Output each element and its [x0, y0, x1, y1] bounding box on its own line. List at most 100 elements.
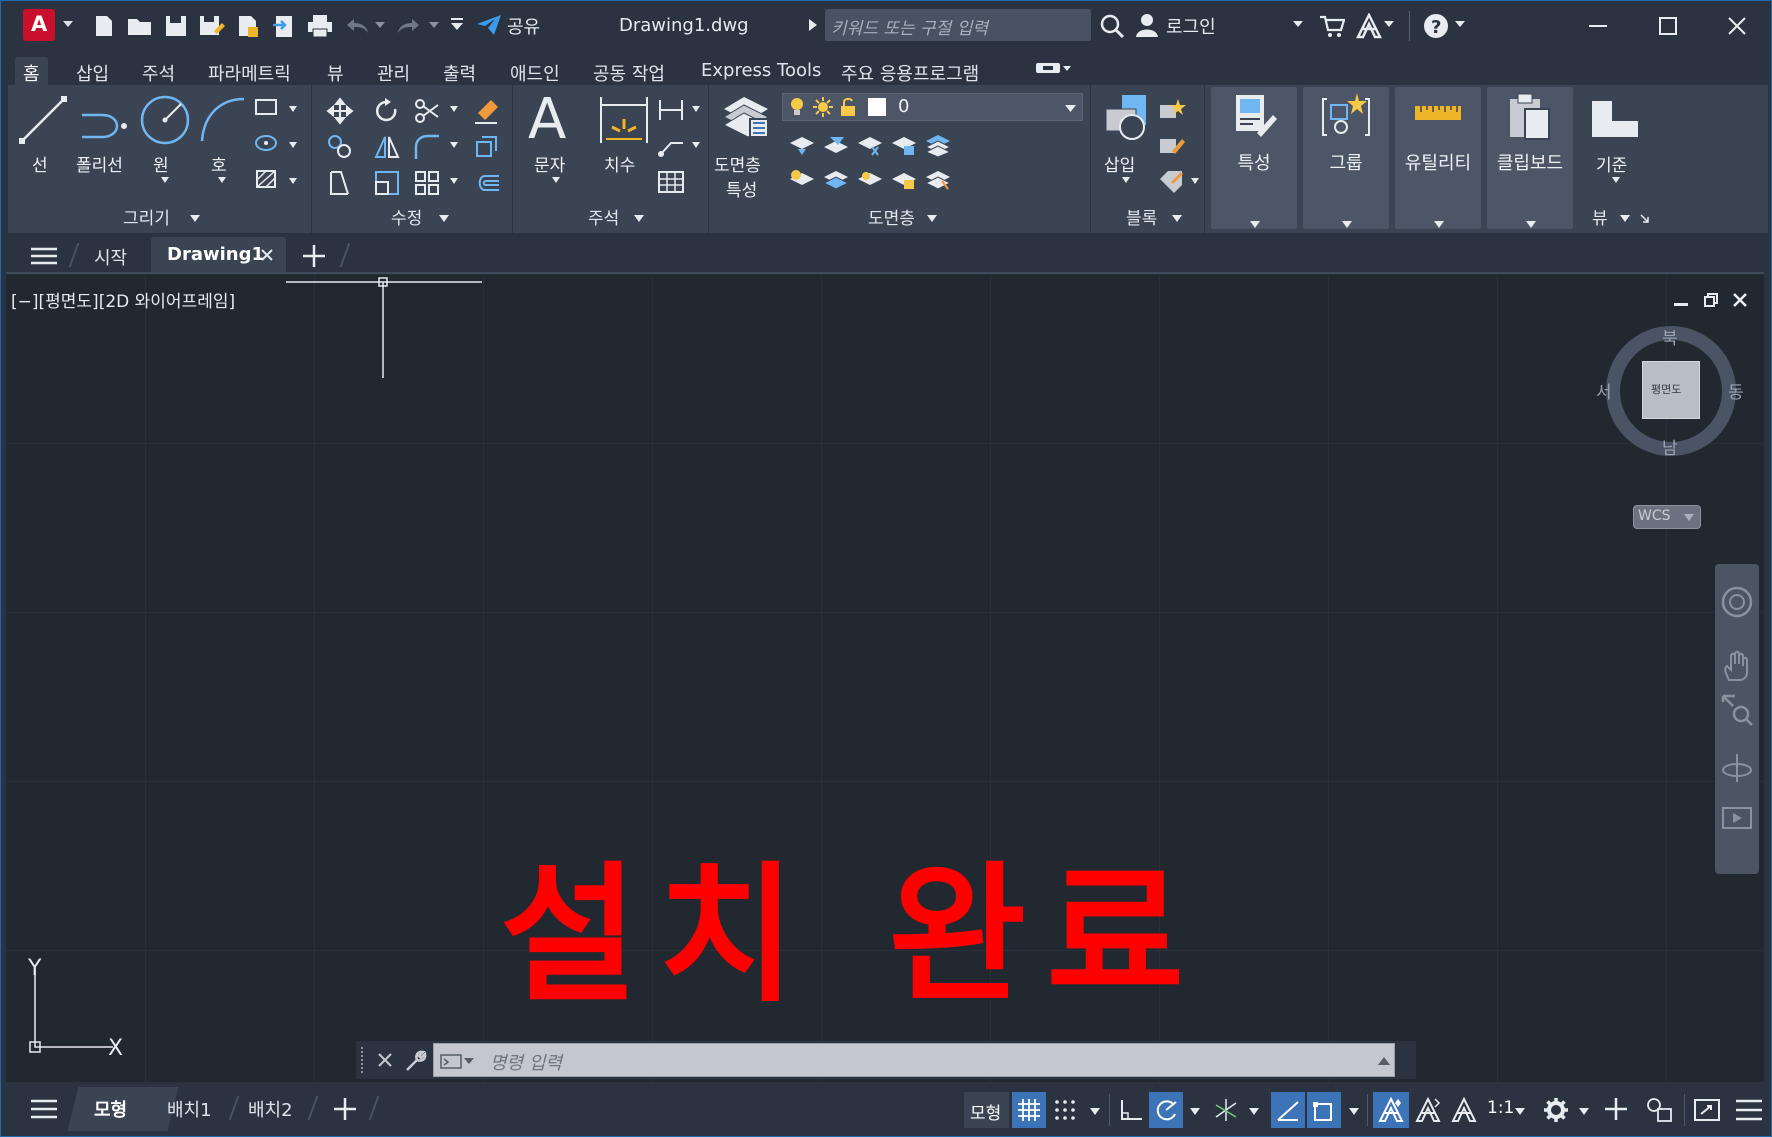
rectangle-icon[interactable]	[254, 97, 280, 117]
autodesk-account-icon[interactable]	[1356, 13, 1382, 39]
layer-unlock-all-icon[interactable]	[890, 167, 918, 191]
tab-annotate[interactable]: 주석	[134, 57, 183, 85]
tab-featured-apps[interactable]: 주요 응용프로그램	[833, 57, 987, 85]
model-space-button[interactable]: 모형	[964, 1092, 1009, 1128]
ribbon-display-toggle-icon[interactable]	[1035, 61, 1073, 75]
annotation-scale-value[interactable]: 1:1	[1487, 1098, 1514, 1118]
fillet-icon[interactable]	[413, 133, 441, 161]
help-dropdown-chevron-icon[interactable]	[1455, 20, 1465, 28]
copy-icon[interactable]	[326, 133, 354, 161]
draw-panel-expand-chevron-icon[interactable]	[190, 215, 200, 222]
line-label[interactable]: 선	[32, 151, 48, 176]
text-dropdown-chevron-icon[interactable]	[552, 177, 560, 183]
tab-insert[interactable]: 삽입	[68, 57, 117, 85]
save-icon[interactable]	[163, 13, 189, 39]
viewport-restore-icon[interactable]	[1704, 293, 1718, 307]
redo-dropdown-chevron-icon[interactable]	[429, 21, 439, 29]
app-menu-chevron-icon[interactable]	[62, 19, 74, 29]
base-view-dropdown-chevron-icon[interactable]	[1612, 177, 1620, 183]
ellipse-dropdown-chevron-icon[interactable]	[289, 142, 297, 148]
annotation-scale-icon[interactable]	[1451, 1097, 1477, 1123]
new-file-icon[interactable]	[91, 13, 117, 39]
command-line-grip[interactable]	[361, 1047, 364, 1073]
auto-scale-icon[interactable]	[1415, 1097, 1441, 1123]
object-snap-tracking-button[interactable]	[1271, 1092, 1305, 1128]
open-folder-icon[interactable]	[126, 13, 154, 39]
showmotion-icon[interactable]	[1721, 804, 1753, 832]
layer-properties-label-line1[interactable]: 도면층	[714, 151, 761, 176]
tab-express-tools[interactable]: Express Tools	[693, 57, 829, 85]
base-view-label[interactable]: 기준	[1596, 151, 1627, 176]
layer-properties-label-line2[interactable]: 특성	[726, 176, 757, 201]
tab-manage[interactable]: 관리	[369, 57, 418, 85]
share-icon[interactable]	[476, 13, 502, 37]
block-panel-label[interactable]: 블록	[1126, 204, 1157, 229]
annotation-panel-label[interactable]: 주석	[588, 204, 619, 229]
rotate-icon[interactable]	[373, 97, 401, 125]
properties-panel-button[interactable]: 특성	[1211, 87, 1297, 229]
object-snap-button[interactable]	[1307, 1092, 1341, 1128]
layer-isolate-icon[interactable]	[788, 133, 816, 157]
trim-icon[interactable]	[413, 97, 441, 125]
isometric-dropdown-chevron-icon[interactable]	[1249, 1108, 1259, 1115]
layer-properties-icon[interactable]	[722, 93, 772, 141]
app-logo-button[interactable]: A	[23, 9, 55, 41]
redo-icon[interactable]	[395, 15, 423, 37]
annotation-scale-dropdown-chevron-icon[interactable]	[1515, 1108, 1525, 1115]
tab-home[interactable]: 홈	[15, 57, 48, 85]
tab-parametric[interactable]: 파라메트릭	[200, 57, 299, 85]
viewport-close-icon[interactable]	[1733, 293, 1747, 307]
hatch-dropdown-chevron-icon[interactable]	[289, 178, 297, 184]
annotation-visibility-button[interactable]	[1373, 1092, 1409, 1128]
polar-dropdown-chevron-icon[interactable]	[1190, 1108, 1200, 1115]
file-tab-start[interactable]: 시작	[94, 244, 127, 270]
tab-view[interactable]: 뷰	[319, 57, 352, 85]
snap-dropdown-chevron-icon[interactable]	[1090, 1108, 1100, 1115]
leader-icon[interactable]	[657, 133, 685, 159]
isometric-drafting-icon[interactable]	[1213, 1097, 1239, 1123]
polyline-icon[interactable]	[78, 95, 134, 149]
groups-panel-button[interactable]: 그룹	[1303, 87, 1389, 229]
annotation-monitor-plus-icon[interactable]	[1604, 1097, 1628, 1121]
create-block-icon[interactable]	[1158, 97, 1186, 121]
arc-label[interactable]: 호	[211, 151, 227, 176]
save-as-icon[interactable]	[198, 13, 226, 39]
layer-freeze-icon[interactable]	[856, 133, 884, 157]
file-tab-drawing1[interactable]: Drawing1	[151, 237, 286, 273]
layout-tab-layout1[interactable]: 배치1	[167, 1096, 212, 1122]
viewcube[interactable]: 북 남 서 동 평면도	[1596, 326, 1746, 459]
workspace-gear-icon[interactable]	[1543, 1097, 1569, 1123]
view-panel-launcher-icon[interactable]	[1640, 214, 1650, 224]
wcs-menu[interactable]: WCS	[1633, 505, 1701, 529]
block-panel-expand-chevron-icon[interactable]	[1172, 215, 1182, 222]
linear-dimension-icon[interactable]	[657, 97, 685, 123]
text-label[interactable]: 문자	[534, 151, 565, 176]
tab-collaborate[interactable]: 공동 작업	[585, 57, 673, 85]
minimize-icon[interactable]	[1589, 25, 1607, 27]
array-icon[interactable]	[413, 169, 441, 197]
viewcube-east[interactable]: 동	[1728, 378, 1744, 403]
arc-dropdown-chevron-icon[interactable]	[218, 177, 226, 183]
tab-output[interactable]: 출력	[435, 57, 484, 85]
layout-tab-layout2[interactable]: 배치2	[248, 1096, 293, 1122]
table-icon[interactable]	[657, 169, 685, 195]
annotation-panel-expand-chevron-icon[interactable]	[634, 215, 644, 222]
user-icon[interactable]	[1134, 12, 1160, 38]
ellipse-icon[interactable]	[254, 133, 280, 153]
maximize-icon[interactable]	[1659, 17, 1677, 35]
layer-on-icon[interactable]	[788, 167, 816, 191]
layout-tabs-menu-icon[interactable]	[31, 1099, 57, 1119]
customization-menu-icon[interactable]	[1736, 1099, 1762, 1121]
fillet-dropdown-chevron-icon[interactable]	[450, 142, 458, 148]
mirror-icon[interactable]	[373, 133, 401, 161]
clean-screen-icon[interactable]	[1693, 1097, 1721, 1123]
arc-icon[interactable]	[196, 93, 250, 147]
circle-dropdown-chevron-icon[interactable]	[161, 177, 169, 183]
undo-icon[interactable]	[343, 15, 371, 37]
login-dropdown-chevron-icon[interactable]	[1293, 20, 1303, 28]
circle-label[interactable]: 원	[153, 151, 169, 176]
save-web-mobile-icon[interactable]	[271, 13, 297, 39]
layer-dropdown-select[interactable]: 0	[782, 93, 1083, 121]
viewcube-south[interactable]: 남	[1662, 434, 1678, 459]
scale-icon[interactable]	[373, 169, 401, 197]
